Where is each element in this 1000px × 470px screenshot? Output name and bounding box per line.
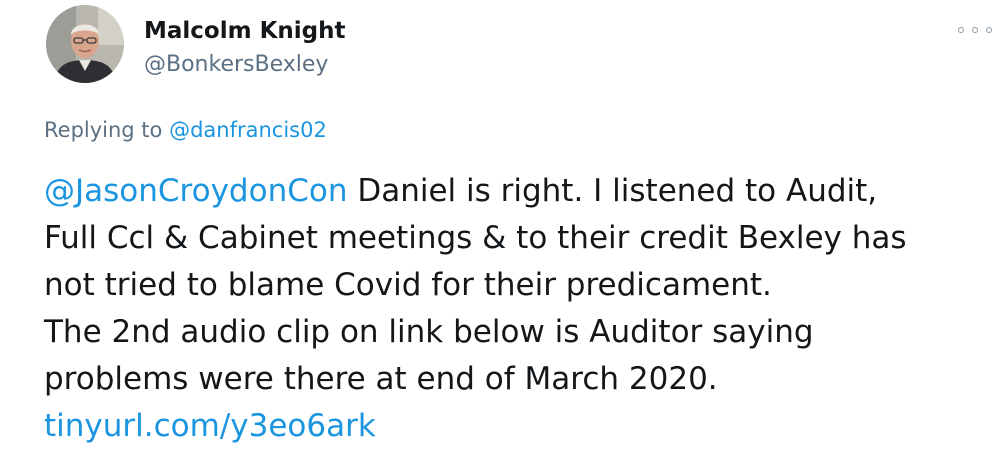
replying-to-line: Replying to @danfrancis02 (44, 118, 327, 142)
avatar-photo-icon (46, 5, 124, 83)
tweet-line: Full Ccl & Cabinet meetings & to their c… (44, 220, 907, 256)
replying-to-label: Replying to (44, 118, 170, 142)
tweet-line: tinyurl.com/y3eo6ark (44, 403, 984, 450)
tweet-line: The 2nd audio clip on link below is Audi… (44, 314, 814, 350)
more-dot (986, 27, 992, 33)
tweet-mention-link[interactable]: @JasonCroydonCon (44, 173, 347, 209)
author-avatar[interactable] (46, 5, 124, 83)
more-dot (972, 27, 978, 33)
tweet-text-segment: Daniel is right. I listened to Audit, (347, 173, 878, 209)
tweet-line: @JasonCroydonCon Daniel is right. I list… (44, 168, 984, 215)
tweet-line: not tried to blame Covid for their predi… (44, 267, 772, 303)
tweet-line: problems were there at end of March 2020… (44, 361, 718, 397)
more-options-icon[interactable] (958, 20, 992, 40)
tweet-url-link[interactable]: tinyurl.com/y3eo6ark (44, 408, 376, 444)
tweet-card: Malcolm Knight @BonkersBexley Replying t… (0, 0, 1000, 470)
more-dot (958, 27, 964, 33)
author-handle[interactable]: @BonkersBexley (144, 52, 328, 77)
reply-mention-link[interactable]: @danfrancis02 (169, 118, 327, 142)
author-display-name[interactable]: Malcolm Knight (144, 18, 346, 44)
tweet-text: @JasonCroydonCon Daniel is right. I list… (44, 168, 984, 450)
